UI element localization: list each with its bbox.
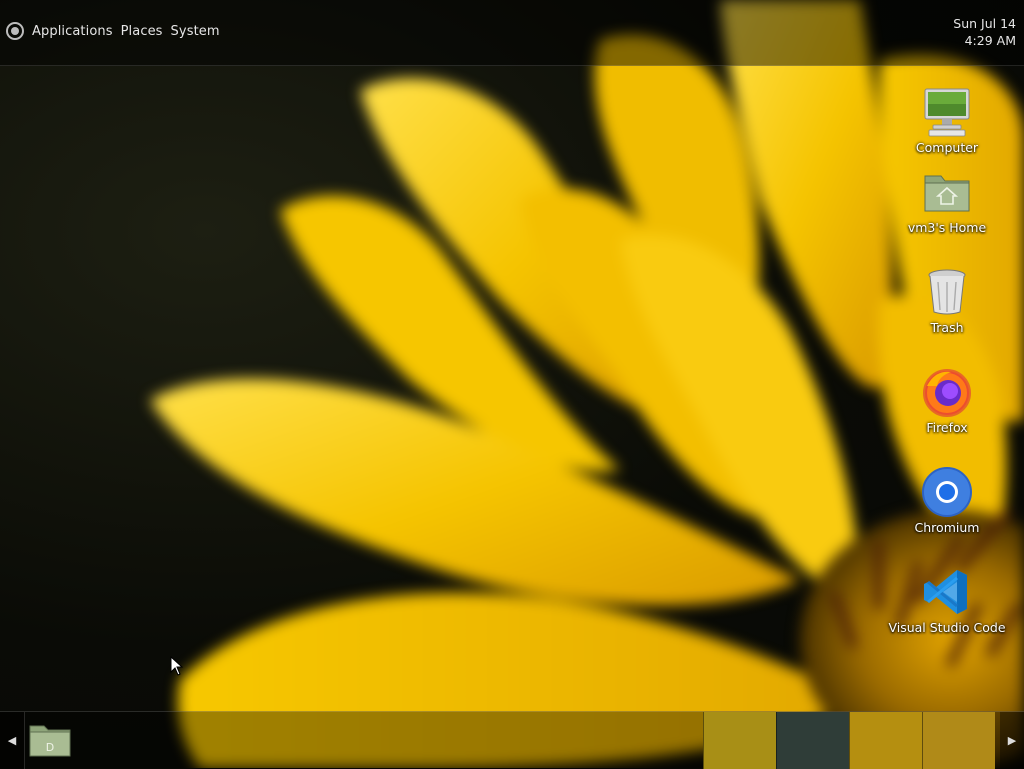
desktop-icon-label: Computer xyxy=(915,140,979,155)
desktop-icon-label: Chromium xyxy=(914,520,980,535)
desktop-icon-label: Trash xyxy=(930,320,964,335)
bottom-panel: ◀ D ▶ xyxy=(0,711,1024,769)
distro-logo-icon[interactable] xyxy=(6,22,24,40)
vscode-icon xyxy=(921,566,973,618)
applications-menu[interactable]: Applications xyxy=(32,24,113,39)
firefox-icon xyxy=(921,366,973,418)
trash-icon xyxy=(921,266,973,318)
desktop-icon-chromium[interactable]: Chromium xyxy=(887,466,1007,535)
panel-clock[interactable]: Sun Jul 14 4:29 AM xyxy=(953,15,1016,49)
top-panel: Applications Places System Sun Jul 14 4:… xyxy=(0,0,1024,66)
svg-text:D: D xyxy=(46,741,54,754)
workspace-1[interactable] xyxy=(703,712,776,769)
file-manager-launcher[interactable]: D xyxy=(28,720,72,760)
system-menu[interactable]: System xyxy=(171,24,220,39)
chromium-icon xyxy=(921,466,973,518)
workspace-2[interactable] xyxy=(776,712,849,769)
desktop-icon-label: Visual Studio Code xyxy=(888,620,1006,635)
computer-icon xyxy=(921,86,973,138)
mouse-cursor-icon xyxy=(170,656,184,676)
desktop-icon-computer[interactable]: Computer xyxy=(887,86,1007,155)
flower-wallpaper-image xyxy=(150,0,1024,768)
desktop-icon-firefox[interactable]: Firefox xyxy=(887,366,1007,435)
left-arrow-icon: ◀ xyxy=(7,734,17,747)
scroll-left-button[interactable]: ◀ xyxy=(0,712,25,769)
home-folder-icon xyxy=(921,166,973,218)
workspace-switcher xyxy=(703,712,995,769)
clock-time: 4:29 AM xyxy=(964,33,1016,48)
workspace-4[interactable] xyxy=(922,712,995,769)
folder-icon: D xyxy=(29,725,71,757)
desktop-icon-vscode[interactable]: Visual Studio Code xyxy=(887,566,1007,635)
desktop-icon-label: vm3's Home xyxy=(907,220,987,235)
clock-date: Sun Jul 14 xyxy=(953,16,1016,31)
desktop-icon-trash[interactable]: Trash xyxy=(887,266,1007,335)
places-menu[interactable]: Places xyxy=(121,24,163,39)
right-arrow-icon: ▶ xyxy=(1007,734,1017,747)
desktop-icon-label: Firefox xyxy=(926,420,968,435)
scroll-right-button[interactable]: ▶ xyxy=(1000,712,1024,769)
desktop-icon-home[interactable]: vm3's Home xyxy=(887,166,1007,235)
desktop-wallpaper xyxy=(0,0,1024,768)
main-menu-bar: Applications Places System xyxy=(6,22,220,40)
workspace-3[interactable] xyxy=(849,712,922,769)
